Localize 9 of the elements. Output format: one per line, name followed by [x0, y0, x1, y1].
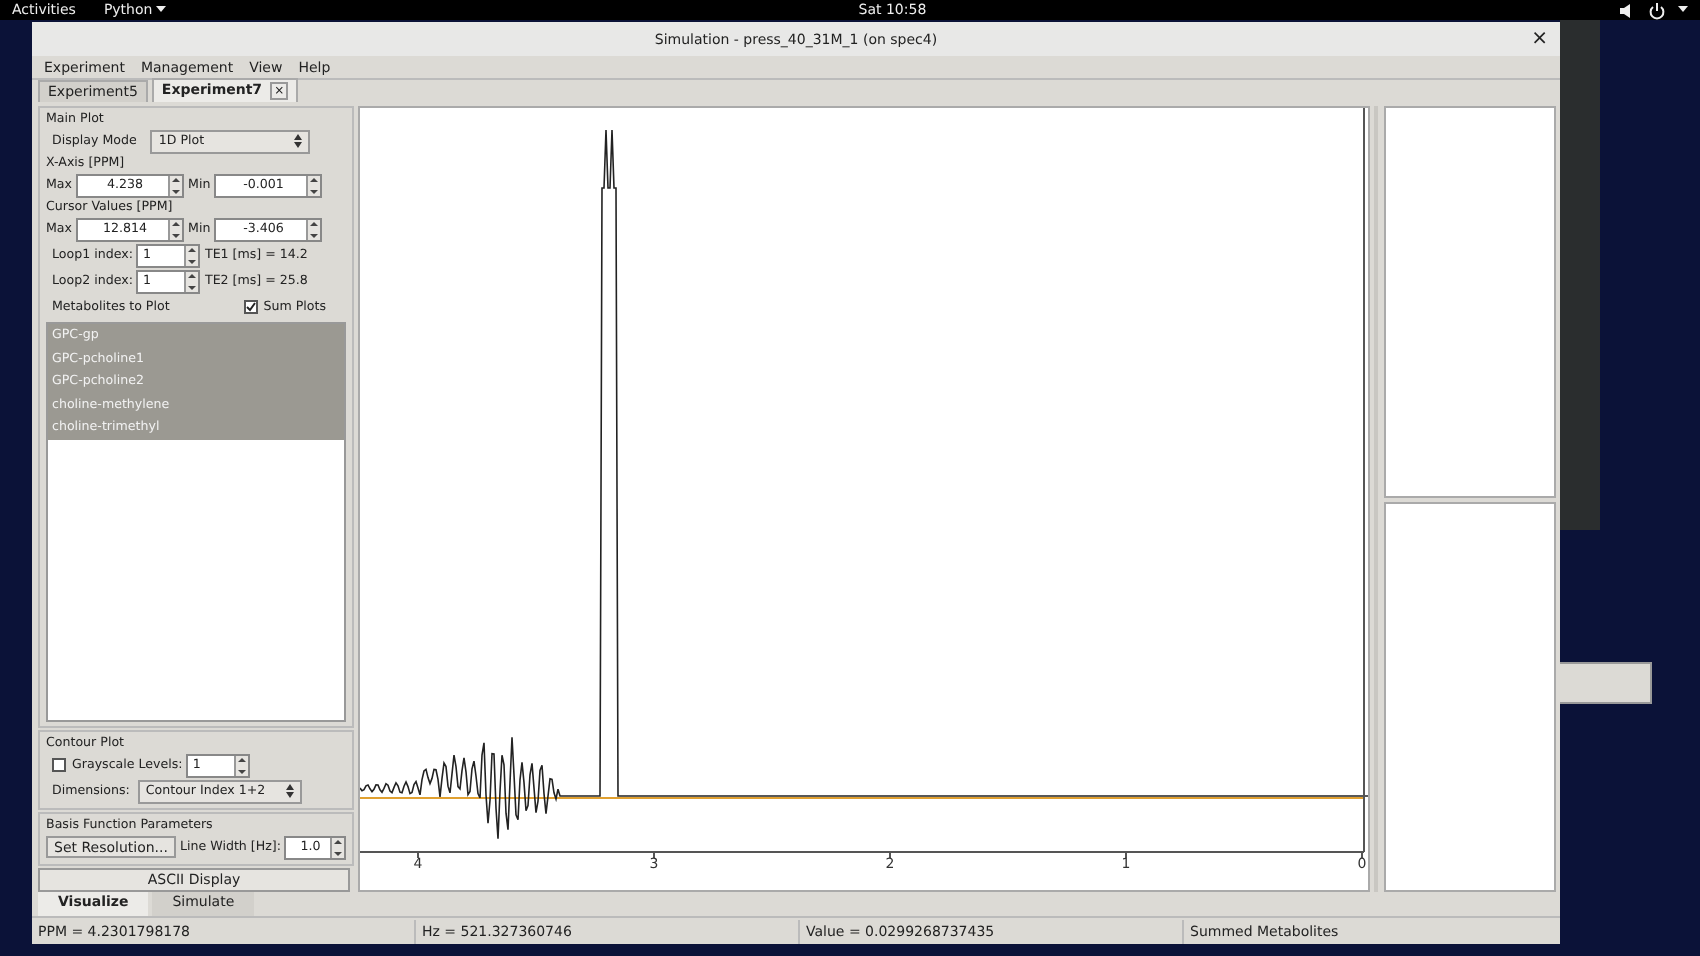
caret-icon[interactable]	[1677, 6, 1688, 14]
power-icon[interactable]	[1647, 1, 1666, 19]
speaker-icon[interactable]	[1617, 1, 1636, 19]
up-down-arrows-icon	[294, 134, 303, 148]
caret-icon	[156, 6, 167, 14]
checkbox-icon[interactable]	[243, 300, 258, 314]
close-button[interactable]: ×	[1531, 28, 1548, 50]
up-down-arrows-icon	[285, 784, 294, 798]
checkbox-icon[interactable]	[52, 758, 66, 772]
